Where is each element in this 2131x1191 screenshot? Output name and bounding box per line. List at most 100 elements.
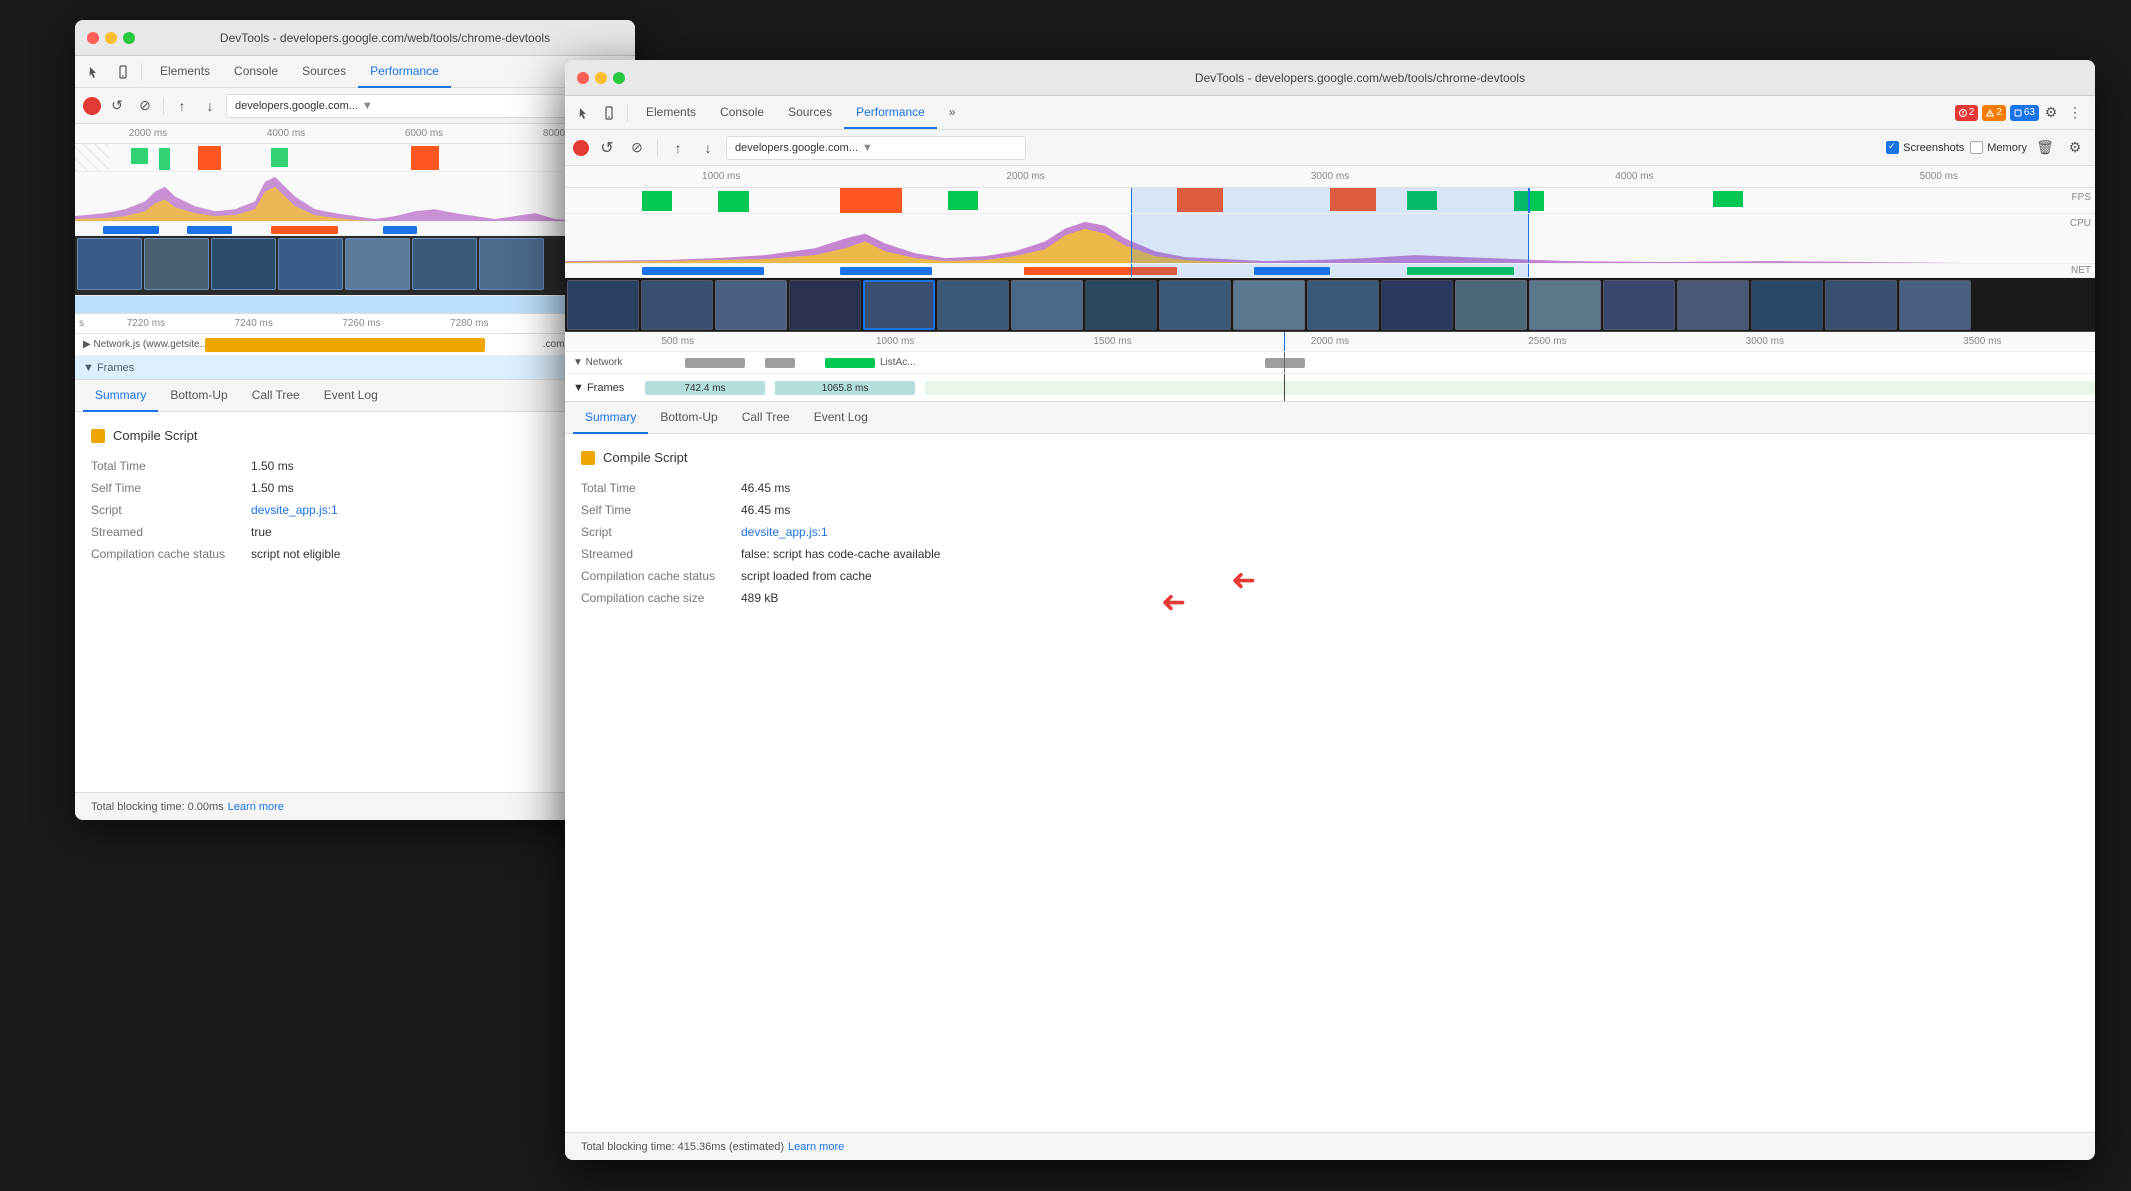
memory-checkbox[interactable]: [1970, 141, 1983, 154]
screenshot-thumb-2: [1751, 280, 1823, 330]
screenshot-thumb-2: [1011, 280, 1083, 330]
footer-2: Total blocking time: 415.36ms (estimated…: [565, 1132, 2095, 1160]
tab-performance-2[interactable]: Performance: [844, 97, 937, 129]
frame-bar-2-2: 1065.8 ms: [775, 381, 915, 395]
info-row-streamed-2: Streamed false: script has code-cache av…: [581, 547, 2079, 561]
screenshot-thumb-2: [567, 280, 639, 330]
tab-more-2[interactable]: »: [937, 97, 968, 129]
script-link-1[interactable]: devsite_app.js:1: [251, 503, 619, 517]
compile-header-2: Compile Script: [581, 450, 2079, 465]
settings-button-2[interactable]: ⚙: [2063, 136, 2087, 160]
cpu-row-overview-2: CPU: [565, 214, 2095, 264]
tab-summary-1[interactable]: Summary: [83, 380, 158, 412]
net-label-2: NET: [2071, 265, 2091, 276]
toolbar-1: ↺ ⊘ ↑ ↓ developers.google.com... ▼: [75, 88, 635, 124]
minimize-button-1[interactable]: [105, 32, 117, 44]
tab-bottomup-1[interactable]: Bottom-Up: [158, 380, 239, 412]
minimize-button-2[interactable]: [595, 72, 607, 84]
memory-checkbox-label[interactable]: Memory: [1970, 141, 2027, 154]
info-row-streamed-1: Streamed true: [91, 525, 619, 539]
ruler-mark: 7240 ms: [200, 318, 308, 329]
prohibit-button-1[interactable]: ⊘: [133, 94, 157, 118]
info-row-cache-status-2: Compilation cache status script loaded f…: [581, 569, 2079, 583]
mobile-icon-1[interactable]: [111, 60, 135, 84]
cursor-icon-1[interactable]: [83, 60, 107, 84]
learn-more-link-2[interactable]: Learn more: [788, 1141, 844, 1153]
ruler-mark: 7260 ms: [308, 318, 416, 329]
tab-eventlog-1[interactable]: Event Log: [312, 380, 390, 412]
tab-console-1[interactable]: Console: [222, 56, 290, 88]
badge-area-2: 2 2 63: [1955, 105, 2039, 121]
learn-more-link-1[interactable]: Learn more: [228, 801, 284, 813]
frames-label-2: ▼ Frames: [573, 382, 624, 394]
upload-button-1[interactable]: ↑: [170, 94, 194, 118]
timeline-selection-2: [1131, 188, 1529, 213]
bottom-tabs-2: Summary Bottom-Up Call Tree Event Log: [565, 402, 2095, 434]
compile-icon-1: [91, 429, 105, 443]
footer-1: Total blocking time: 0.00ms Learn more: [75, 792, 635, 820]
tab-eventlog-2[interactable]: Event Log: [802, 402, 880, 434]
network-label-detail: ▼ Network: [573, 357, 622, 368]
download-button-1[interactable]: ↓: [198, 94, 222, 118]
close-button-1[interactable]: [87, 32, 99, 44]
mobile-icon-2[interactable]: [597, 101, 621, 125]
cpu-selection-2: [1131, 214, 1529, 263]
screenshot-thumb: [278, 238, 343, 290]
screenshot-thumb: [144, 238, 209, 290]
download-button-2[interactable]: ↓: [696, 136, 720, 160]
bottom-tabs-1: Summary Bottom-Up Call Tree Event Log: [75, 380, 635, 412]
screenshots-checkbox[interactable]: [1886, 141, 1899, 154]
refresh-button-1[interactable]: ↺: [105, 94, 129, 118]
net-selection-2: [1131, 264, 1529, 277]
tab-calltree-2[interactable]: Call Tree: [730, 402, 802, 434]
net-row-overview-2: NET: [565, 264, 2095, 278]
frames-row-1: ▼ Frames 5148.8 ms: [75, 356, 635, 380]
timeline-ruler2-1: s 7220 ms 7240 ms 7260 ms 7280 ms 73: [75, 314, 635, 334]
close-button-2[interactable]: [577, 72, 589, 84]
top-tabs-2: Elements Console Sources Performance » 2…: [565, 96, 2095, 130]
window-title-1: DevTools - developers.google.com/web/too…: [147, 31, 623, 45]
title-bar-2: DevTools - developers.google.com/web/too…: [565, 60, 2095, 96]
record-button-2[interactable]: [573, 140, 589, 156]
net-row-1: NET: [75, 222, 635, 236]
detail-ruler-2: 500 ms 1000 ms 1500 ms 2000 ms 2500 ms 3…: [565, 332, 2095, 352]
error-badge-2: 2: [1955, 105, 1979, 121]
more-button-2[interactable]: ⋮: [2063, 101, 2087, 125]
tab-console-2[interactable]: Console: [708, 97, 776, 129]
tab-summary-2[interactable]: Summary: [573, 402, 648, 434]
refresh-button-2[interactable]: ↺: [595, 136, 619, 160]
record-button-1[interactable]: [83, 97, 101, 115]
hairline-right-2: [1529, 188, 1530, 213]
info-row-script-2: Script devsite_app.js:1: [581, 525, 2079, 539]
ruler-mark: 4000 ms: [217, 128, 355, 139]
tab-elements-2[interactable]: Elements: [634, 97, 708, 129]
screenshots-checkbox-label[interactable]: Screenshots: [1886, 141, 1964, 154]
script-link-2[interactable]: devsite_app.js:1: [741, 525, 2079, 539]
info-row-script-1: Script devsite_app.js:1: [91, 503, 619, 517]
tab-elements-1[interactable]: Elements: [148, 56, 222, 88]
info-row-selftime-1: Self Time 1.50 ms: [91, 481, 619, 495]
tab-calltree-1[interactable]: Call Tree: [240, 380, 312, 412]
trash-button-2[interactable]: 🗑: [2033, 136, 2057, 160]
ruler-mark: 7280 ms: [415, 318, 523, 329]
screenshot-thumb: [77, 238, 142, 290]
tab-sources-2[interactable]: Sources: [776, 97, 844, 129]
prohibit-button-2[interactable]: ⊘: [625, 136, 649, 160]
cursor-icon-2[interactable]: [573, 101, 597, 125]
warning-badge-2: 2: [1982, 105, 2006, 121]
upload-button-2[interactable]: ↑: [666, 136, 690, 160]
tab-sources-1[interactable]: Sources: [290, 56, 358, 88]
tab-performance-1[interactable]: Performance: [358, 56, 451, 88]
screenshot-row-2: [565, 278, 2095, 332]
compile-title-2: Compile Script: [603, 450, 688, 465]
maximize-button-2[interactable]: [613, 72, 625, 84]
tab-bottomup-2[interactable]: Bottom-Up: [648, 402, 729, 434]
screenshot-thumb-2: [1381, 280, 1453, 330]
gear-button-2[interactable]: ⚙: [2039, 101, 2063, 125]
maximize-button-1[interactable]: [123, 32, 135, 44]
hairline-left-2: [1131, 188, 1132, 213]
screenshot-thumb-2: [1233, 280, 1305, 330]
screenshot-thumb-2: [1603, 280, 1675, 330]
cpu-label-2: CPU: [2070, 218, 2091, 229]
screenshot-thumb: [412, 238, 477, 290]
